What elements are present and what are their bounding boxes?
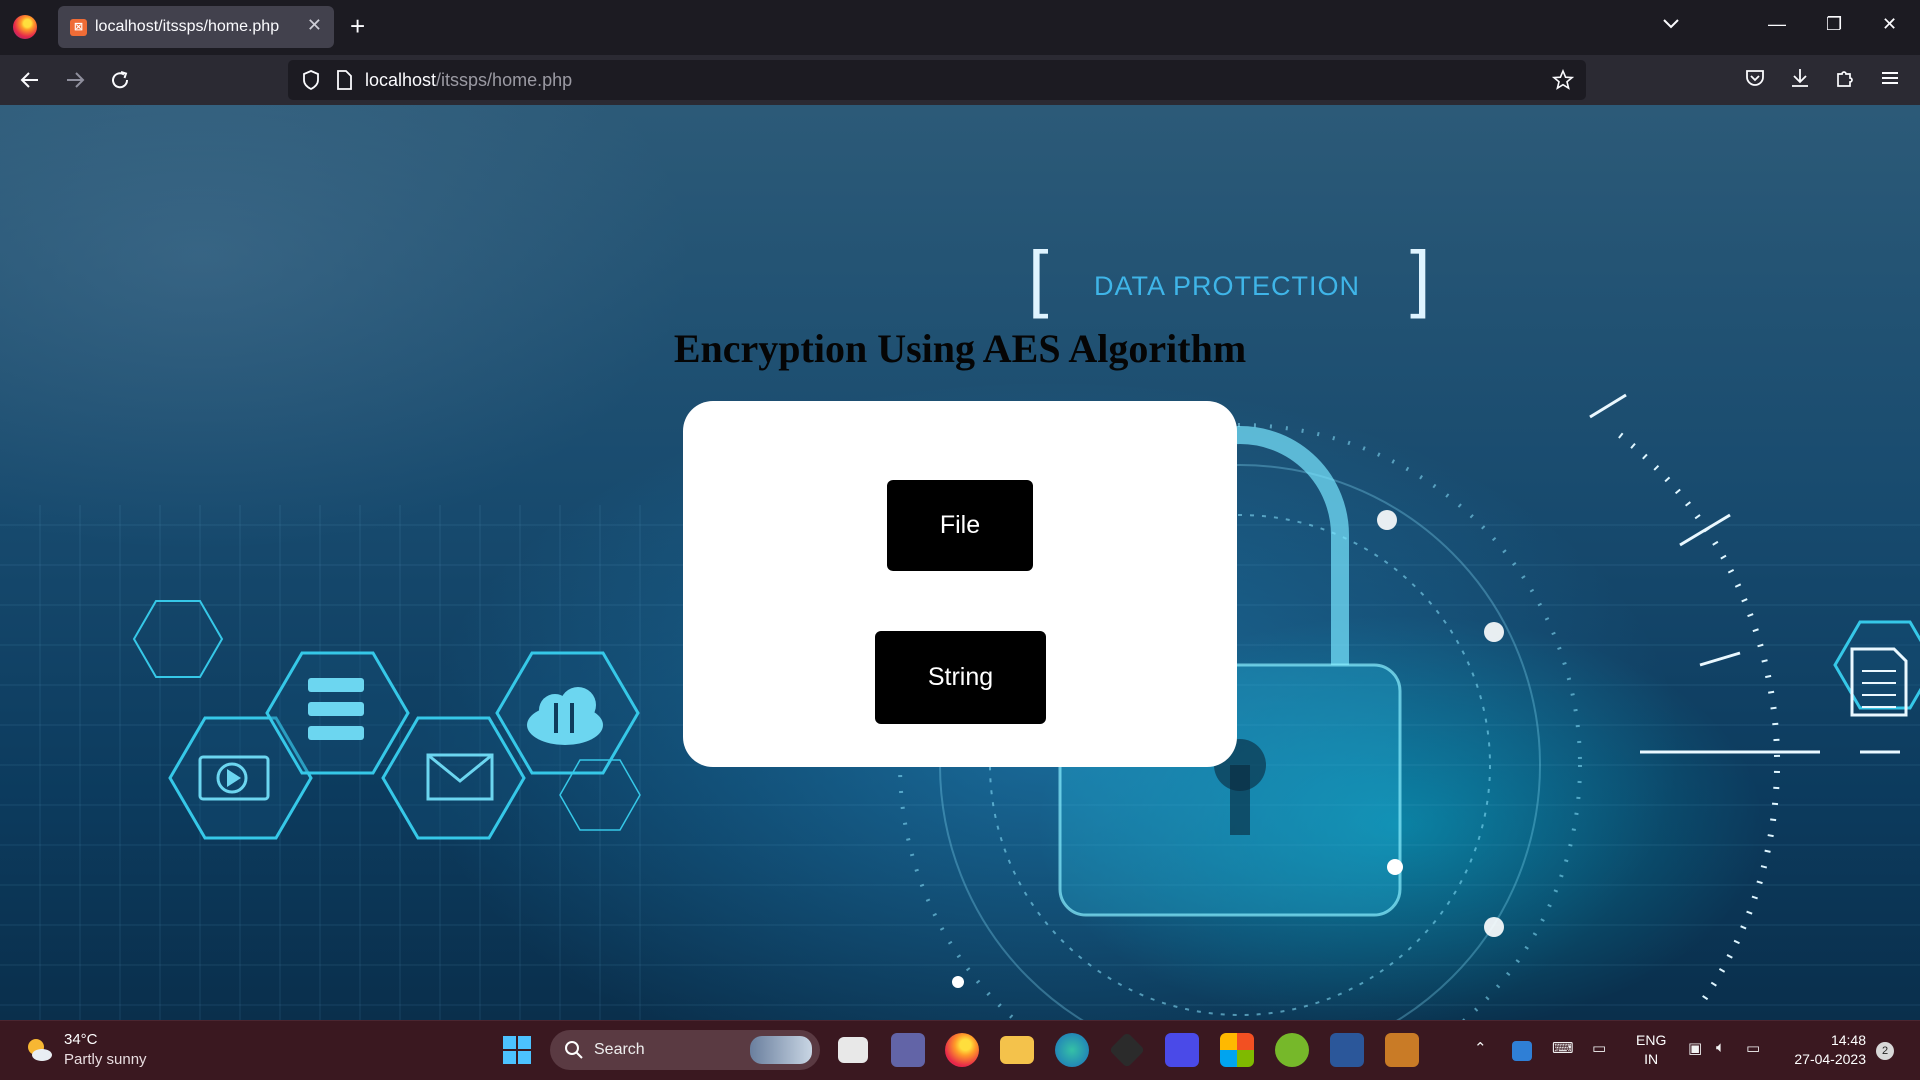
new-tab-button[interactable]: +: [350, 11, 365, 41]
touchpad-icon[interactable]: ▭: [1592, 1039, 1606, 1057]
banner-bracket-right: ]: [1410, 236, 1431, 319]
downloads-icon[interactable]: [1788, 66, 1812, 90]
url-text: localhost/itssps/home.php: [365, 70, 573, 90]
microsoft-store-icon[interactable]: [1220, 1033, 1254, 1067]
language-indicator[interactable]: ENG IN: [1636, 1031, 1666, 1069]
search-placeholder: Search: [594, 1041, 645, 1058]
firefox-logo-icon[interactable]: [13, 15, 37, 39]
browser-tabbar: ⊠ localhost/itssps/home.php ✕ + — ❐ ✕: [0, 0, 1920, 55]
reload-icon[interactable]: [106, 66, 134, 94]
data-protection-banner: DATA PROTECTION: [1094, 271, 1361, 301]
teams-chat-icon[interactable]: [891, 1033, 925, 1067]
app-cube-icon[interactable]: [1108, 1031, 1146, 1069]
back-arrow-icon[interactable]: [16, 66, 44, 94]
clock-date: 27-04-2023: [1794, 1051, 1866, 1067]
windows-taskbar: 34°C Partly sunny Search ⌃ ⌨ ▭ ENG IN ▣ …: [0, 1020, 1920, 1080]
clock-time: 14:48: [1830, 1032, 1866, 1048]
string-button[interactable]: String: [875, 631, 1046, 724]
bookmark-star-icon[interactable]: [1552, 69, 1574, 91]
lang-region: IN: [1644, 1051, 1659, 1067]
weather-description[interactable]: Partly sunny: [64, 1051, 147, 1068]
menu-hamburger-icon[interactable]: [1878, 66, 1902, 90]
app-logo-icon[interactable]: [1165, 1033, 1199, 1067]
page-viewport: [ DATA PROTECTION ] Encryption Using AES…: [0, 105, 1920, 1020]
pocket-icon[interactable]: [1743, 66, 1767, 90]
tab-close-icon[interactable]: ✕: [307, 15, 322, 36]
notification-badge[interactable]: 2: [1876, 1042, 1894, 1060]
utorrent-icon[interactable]: [1275, 1033, 1309, 1067]
show-hidden-icons-chevron-icon[interactable]: ⌃: [1474, 1039, 1487, 1057]
close-window-button[interactable]: ✕: [1882, 14, 1897, 35]
list-all-tabs-icon[interactable]: [1660, 12, 1682, 34]
forward-arrow-icon[interactable]: [61, 66, 89, 94]
tab-title: localhost/itssps/home.php: [95, 18, 280, 35]
page-title: Encryption Using AES Algorithm: [673, 326, 1247, 371]
task-view-icon[interactable]: [838, 1037, 868, 1063]
edge-browser-icon[interactable]: [1055, 1033, 1089, 1067]
xampp-icon[interactable]: [1385, 1033, 1419, 1067]
search-highlight-icon: [750, 1036, 812, 1064]
options-card: File String: [683, 401, 1237, 767]
minimize-button[interactable]: —: [1768, 14, 1786, 35]
browser-navbar: localhost/itssps/home.php: [0, 55, 1920, 105]
word-icon[interactable]: [1330, 1033, 1364, 1067]
file-button[interactable]: File: [887, 480, 1033, 571]
defender-shield-icon[interactable]: [1512, 1041, 1532, 1061]
firefox-taskbar-icon[interactable]: [945, 1033, 979, 1067]
xampp-favicon-icon: ⊠: [70, 19, 87, 36]
weather-temperature[interactable]: 34°C: [64, 1031, 98, 1048]
page-info-icon[interactable]: [334, 69, 354, 91]
network-icon[interactable]: ▣: [1688, 1039, 1702, 1057]
extensions-icon[interactable]: [1833, 66, 1857, 90]
restore-button[interactable]: ❐: [1826, 14, 1842, 35]
file-explorer-icon[interactable]: [1000, 1036, 1034, 1064]
address-bar[interactable]: localhost/itssps/home.php: [288, 60, 1586, 100]
browser-tab-active[interactable]: ⊠ localhost/itssps/home.php ✕: [58, 6, 334, 48]
taskbar-search-box[interactable]: Search: [550, 1030, 820, 1070]
keyboard-icon[interactable]: ⌨: [1552, 1039, 1574, 1057]
banner-bracket-left: [: [1028, 236, 1049, 319]
partly-sunny-icon[interactable]: [24, 1035, 54, 1065]
windows-start-icon[interactable]: [500, 1033, 534, 1067]
battery-icon[interactable]: ▭: [1746, 1039, 1760, 1057]
shield-icon[interactable]: [300, 69, 322, 91]
search-icon: [565, 1041, 583, 1059]
volume-icon[interactable]: 🔈︎: [1716, 1039, 1725, 1056]
lang-code: ENG: [1636, 1032, 1667, 1048]
system-clock[interactable]: 14:48 27-04-2023: [1786, 1031, 1866, 1069]
